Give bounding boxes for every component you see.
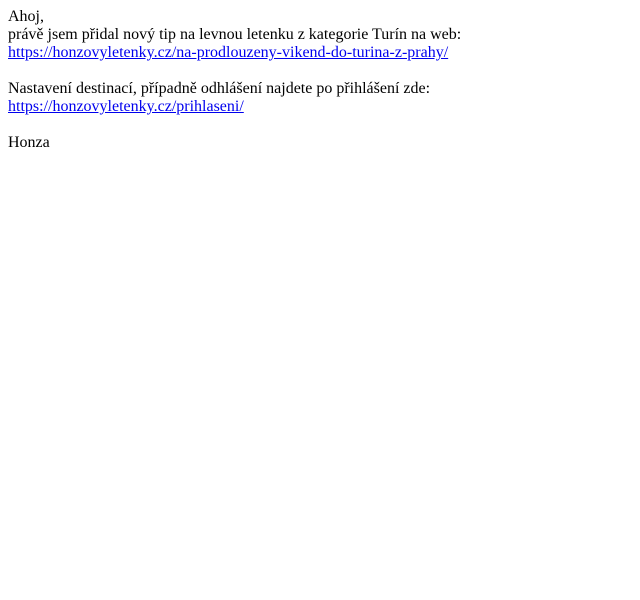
intro-text: právě jsem přidal nový tip na levnou let… (8, 26, 462, 43)
tip-link-line: https://honzovyletenky.cz/na-prodlouzeny… (8, 44, 632, 62)
signature-text: Honza (8, 134, 50, 151)
settings-text: Nastavení destinací, případně odhlášení … (8, 80, 431, 97)
login-link[interactable]: https://honzovyletenky.cz/prihlaseni/ (8, 98, 244, 115)
greeting-text: Ahoj, (8, 8, 44, 25)
email-body: Ahoj, právě jsem přidal nový tip na levn… (8, 8, 632, 152)
login-link-line: https://honzovyletenky.cz/prihlaseni/ (8, 98, 632, 116)
tip-link[interactable]: https://honzovyletenky.cz/na-prodlouzeny… (8, 44, 448, 61)
